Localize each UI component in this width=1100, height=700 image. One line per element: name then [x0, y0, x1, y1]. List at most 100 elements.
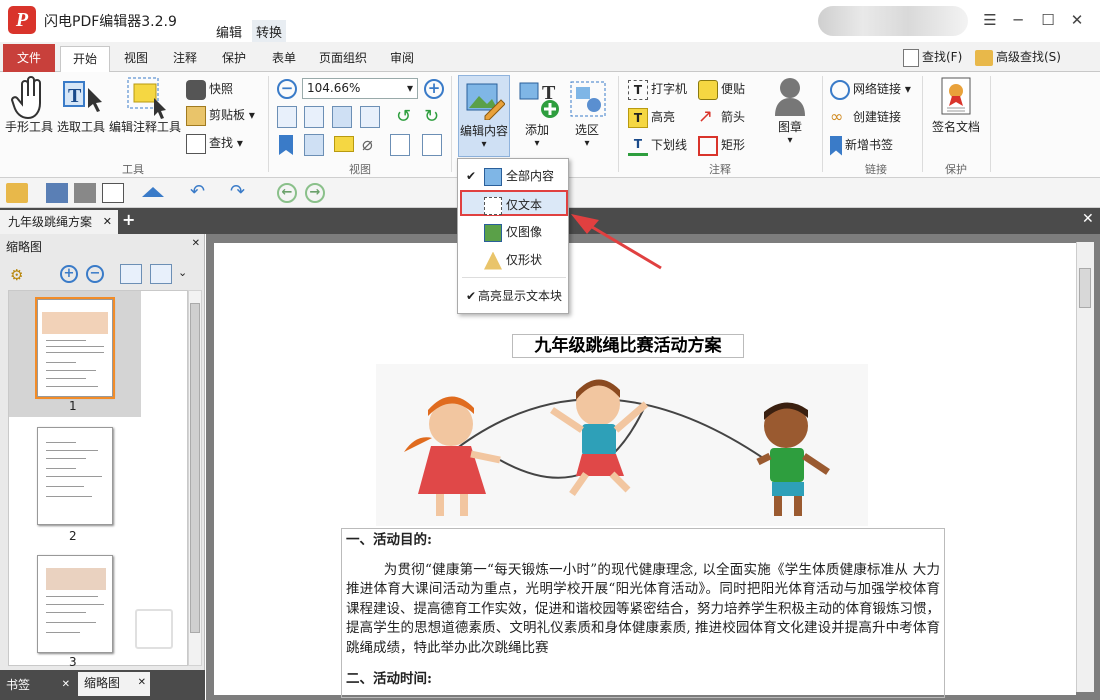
thumb-zoom-in-icon[interactable]: +: [60, 265, 78, 283]
bookmarks-tab[interactable]: 书签 ✕: [6, 674, 74, 696]
web-link-button[interactable]: 网络链接 ▾: [830, 78, 911, 102]
close-panel-icon[interactable]: ✕: [192, 238, 200, 249]
tab-start[interactable]: 开始: [60, 46, 111, 73]
thumbnail-page-2[interactable]: [37, 427, 113, 525]
zoom-value: 104.66%: [307, 81, 361, 95]
select-area-button[interactable]: 选区 ▾: [563, 75, 611, 149]
clipboard-button[interactable]: 剪贴板 ▾: [186, 104, 255, 128]
expand-icon[interactable]: ⌄: [178, 266, 187, 279]
panel-title: 缩略图: [6, 240, 43, 254]
doc-tab-label: 九年级跳绳方案: [8, 215, 93, 229]
snapshot-label: 快照: [209, 82, 234, 96]
rotate-ccw-icon[interactable]: [120, 264, 142, 284]
typewriter-button[interactable]: T 打字机: [628, 78, 687, 102]
back-icon[interactable]: ←: [277, 183, 297, 203]
user-avatar[interactable]: [818, 6, 968, 36]
group-label-protect: 保护: [945, 163, 967, 176]
rectangle-button[interactable]: 矩形: [698, 134, 745, 158]
menu-item-label: 全部内容: [506, 169, 555, 183]
document-properties-icon[interactable]: [390, 134, 410, 156]
doc-tab[interactable]: 九年级跳绳方案 ✕: [0, 210, 118, 234]
close-tab-icon[interactable]: ✕: [103, 210, 112, 234]
snapshot-button[interactable]: 快照: [186, 78, 233, 102]
actual-size-icon[interactable]: [277, 106, 297, 128]
text-block[interactable]: 一、活动目的: 为贯彻“健康第一“每天锻炼一小时”的现代健康理念, 以全面实施《…: [341, 528, 945, 698]
fit-page-icon[interactable]: [304, 106, 324, 128]
tab-file[interactable]: 文件: [3, 44, 55, 72]
zoom-select[interactable]: 104.66% ▾: [302, 78, 418, 99]
email-icon[interactable]: [102, 183, 124, 203]
underline-button[interactable]: T 下划线: [628, 134, 687, 158]
tab-annotation[interactable]: 注释: [161, 46, 209, 72]
thumbnail-panel: 缩略图 ✕ ⚙ + − ⌄ 1 2 3: [0, 234, 205, 670]
redo-icon[interactable]: ↷: [230, 181, 245, 202]
jump-rope-illustration[interactable]: [376, 364, 868, 526]
menu-edit[interactable]: 编辑: [212, 20, 246, 43]
add-button[interactable]: T 添加 ▾: [513, 75, 561, 149]
highlight-button[interactable]: T 高亮: [628, 106, 675, 130]
find-button[interactable]: 查找(F): [903, 48, 962, 67]
close-all-icon[interactable]: ✕: [1082, 211, 1094, 227]
find-small-button[interactable]: 查找 ▾: [186, 132, 243, 156]
sticky-note-button[interactable]: 便贴: [698, 78, 745, 102]
hand-tool-button[interactable]: 手形工具: [4, 76, 54, 135]
comment-icon[interactable]: [334, 136, 354, 152]
fit-visible-icon[interactable]: [360, 106, 380, 128]
tab-protect[interactable]: 保护: [210, 46, 258, 72]
tab-review[interactable]: 审阅: [378, 46, 426, 72]
document-title[interactable]: 九年级跳绳比赛活动方案: [512, 334, 744, 358]
undo-icon[interactable]: ↶: [190, 181, 205, 202]
menu-convert[interactable]: 转换: [252, 20, 287, 43]
forward-icon[interactable]: →: [305, 183, 325, 203]
menu-item-shape-only[interactable]: 仅形状: [462, 247, 566, 273]
tab-view[interactable]: 视图: [112, 46, 160, 72]
thumbnail-page-3[interactable]: [37, 555, 113, 653]
menu-item-all-content[interactable]: ✔ 全部内容: [462, 163, 566, 189]
close-button[interactable]: ✕: [1064, 8, 1090, 32]
zoom-in-icon[interactable]: +: [424, 79, 444, 99]
document-scrollbar[interactable]: [1076, 242, 1094, 692]
attachment-icon[interactable]: ⌀: [362, 134, 373, 155]
save-icon[interactable]: [46, 183, 68, 203]
thumbnails-icon[interactable]: [304, 134, 324, 156]
add-bookmark-button[interactable]: 新增书签: [830, 134, 893, 158]
minimize-button[interactable]: ─: [1005, 8, 1031, 32]
app-logo-icon: P: [8, 6, 36, 34]
fit-width-icon[interactable]: [332, 106, 352, 128]
tab-page-organize[interactable]: 页面组织: [307, 46, 379, 72]
settings-icon[interactable]: [422, 134, 442, 156]
rotate-left-icon[interactable]: ↺: [396, 106, 411, 127]
select-tool-button[interactable]: T 选取工具: [55, 76, 107, 135]
advanced-find-button[interactable]: 高级查找(S): [975, 48, 1061, 66]
sign-document-button[interactable]: 签名文档: [928, 76, 984, 135]
thumbnail-scrollbar[interactable]: [188, 290, 202, 666]
rotate-cw-icon[interactable]: [150, 264, 172, 284]
rotate-right-icon[interactable]: ↻: [424, 106, 439, 127]
menu-item-image-only[interactable]: 仅图像: [462, 219, 566, 245]
new-tab-icon[interactable]: +: [122, 210, 135, 229]
menu-item-highlight-text-blocks[interactable]: ✔ 高亮显示文本块: [462, 283, 566, 309]
edit-annotation-tool-button[interactable]: 编辑注释工具: [108, 76, 182, 135]
tab-form[interactable]: 表单: [260, 46, 308, 72]
thumb-zoom-out-icon[interactable]: −: [86, 265, 104, 283]
print-icon[interactable]: [74, 183, 96, 203]
bookmark-icon[interactable]: [279, 135, 293, 155]
page-number: 2: [69, 529, 77, 543]
edit-content-button[interactable]: 编辑内容 ▾: [458, 75, 510, 157]
zoom-out-icon[interactable]: −: [277, 79, 297, 99]
arrow-button[interactable]: ↗ 箭头: [698, 106, 745, 130]
stamp-button[interactable]: 图章 ▾: [764, 76, 816, 146]
maximize-button[interactable]: ☐: [1035, 8, 1061, 32]
gear-icon[interactable]: ⚙: [10, 266, 23, 284]
create-link-button[interactable]: ∞ 创建链接: [830, 106, 901, 130]
close-tab-icon[interactable]: ✕: [62, 674, 70, 696]
menu-item-text-only[interactable]: 仅文本: [460, 190, 568, 216]
thumbnails-tab[interactable]: 缩略图 ✕: [78, 672, 150, 696]
chevron-down-icon: ▾: [481, 139, 487, 150]
thumbnail-page-1[interactable]: [35, 297, 115, 399]
upload-icon[interactable]: [142, 187, 164, 197]
open-folder-icon[interactable]: [6, 183, 28, 203]
sign-document-label: 签名文档: [931, 120, 980, 134]
close-tab-icon[interactable]: ✕: [138, 672, 146, 694]
menu-icon[interactable]: ☰: [977, 8, 1003, 32]
